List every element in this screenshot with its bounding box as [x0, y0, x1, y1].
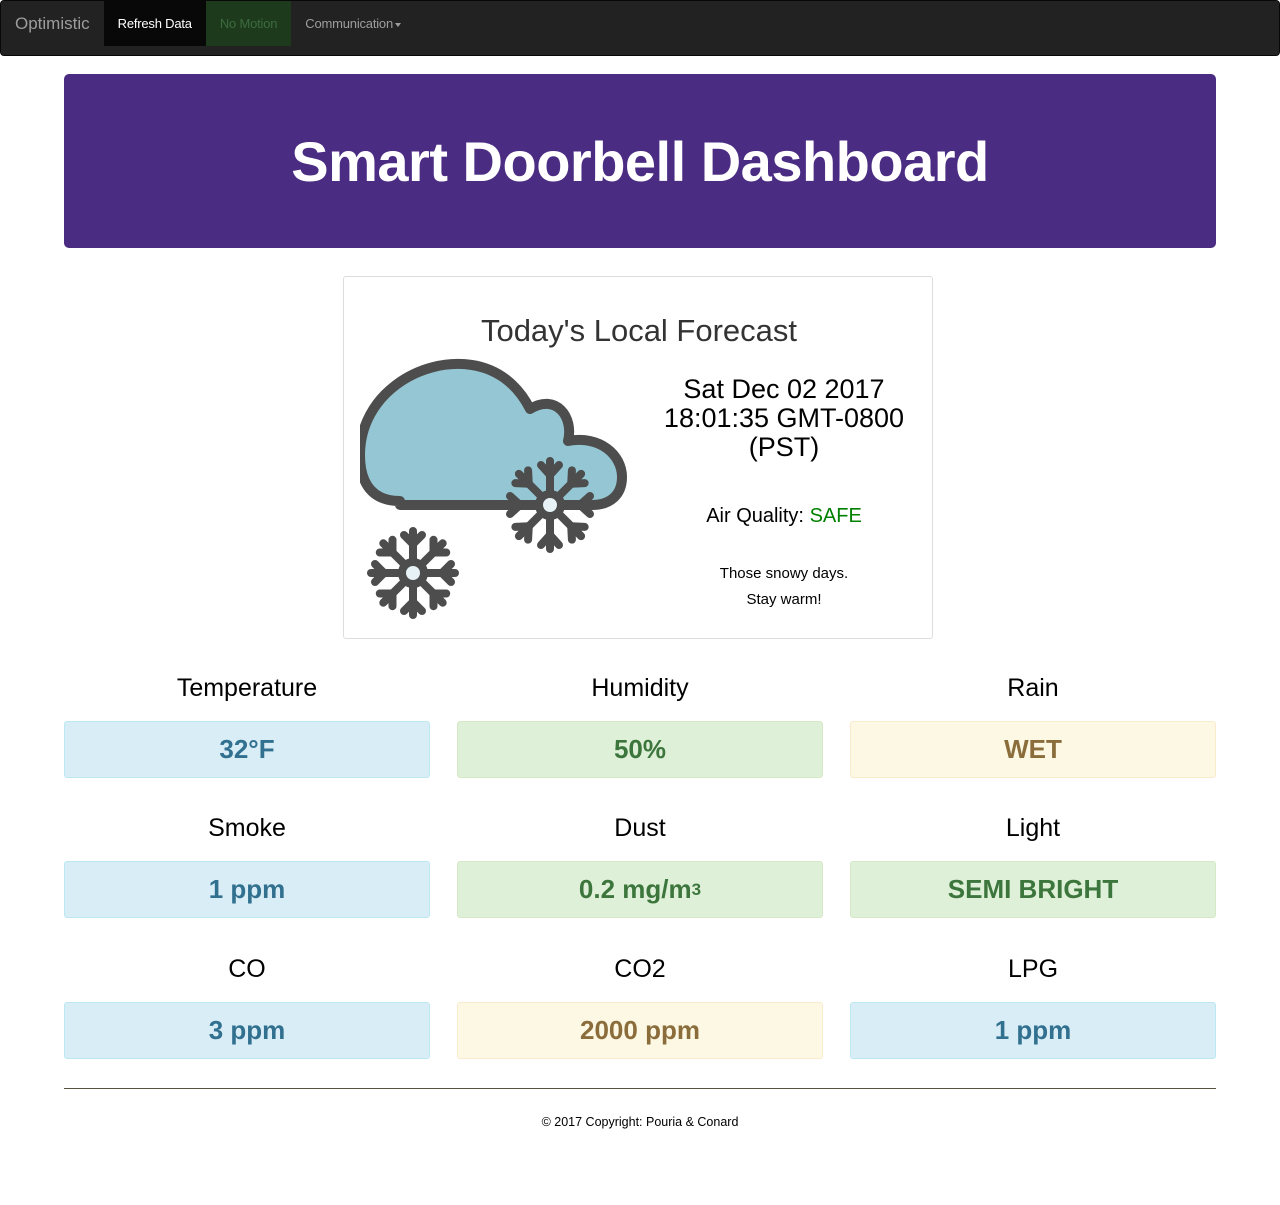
top-navbar: Optimistic Refresh Data No Motion Commun…	[0, 0, 1280, 56]
light-label: Light	[1005, 814, 1061, 842]
page-title: Smart Doorbell Dashboard	[291, 129, 989, 193]
lpg-label: LPG	[1007, 955, 1059, 983]
air-quality-value: SAFE	[809, 505, 862, 527]
navbar-brand[interactable]: Optimistic	[1, 1, 104, 46]
co-label: CO	[228, 955, 266, 983]
dust-label: Dust	[614, 814, 666, 842]
rain-label: Rain	[1007, 674, 1059, 702]
co2-value: 2000 ppm	[457, 1002, 823, 1059]
forecast-title: Today's Local Forecast	[480, 313, 798, 348]
footer-divider	[64, 1088, 1216, 1089]
co2-label: CO2	[614, 955, 666, 983]
humidity-label: Humidity	[591, 674, 689, 702]
dust-value: 0.2 mg/m 3	[457, 861, 823, 918]
temperature-value: 32°F	[64, 721, 430, 778]
temperature-label: Temperature	[176, 674, 318, 702]
forecast-message-line2: Stay warm!	[746, 591, 822, 608]
forecast-datetime: Sat Dec 02 2017 18:01:35 GMT-0800 (PST)	[654, 375, 914, 462]
footer-copyright: © 2017 Copyright: Pouria & Conard	[541, 1115, 739, 1129]
communication-dropdown[interactable]: Communication	[291, 1, 415, 46]
snow-cloud-icon	[360, 358, 627, 625]
header-banner: Smart Doorbell Dashboard	[64, 74, 1216, 248]
date-text: Sat Dec 02 2017	[683, 374, 885, 404]
smoke-value: 1 ppm	[64, 861, 430, 918]
motion-status-indicator[interactable]: No Motion	[205, 1, 292, 46]
rain-value: WET	[850, 721, 1216, 778]
time-text: 18:01:35 GMT-0800	[663, 403, 905, 433]
air-quality: Air Quality: SAFE	[654, 505, 914, 528]
lpg-value: 1 ppm	[850, 1002, 1216, 1059]
forecast-message: Those snowy days. Stay warm!	[654, 561, 914, 613]
air-quality-label: Air Quality:	[706, 505, 804, 527]
forecast-message-line1: Those snowy days.	[719, 565, 849, 582]
humidity-value: 50%	[457, 721, 823, 778]
communication-dropdown-label: Communication	[305, 16, 393, 31]
dust-unit-exponent: 3	[691, 879, 702, 899]
timezone-text: (PST)	[748, 432, 820, 462]
co-value: 3 ppm	[64, 1002, 430, 1059]
caret-down-icon	[395, 22, 401, 27]
refresh-data-button[interactable]: Refresh Data	[103, 1, 206, 46]
dust-value-text: 0.2 mg/m	[578, 874, 692, 904]
forecast-card: Today's Local Forecast Sat Dec 02 2017 1…	[343, 276, 933, 639]
light-value: SEMI BRIGHT	[850, 861, 1216, 918]
smoke-label: Smoke	[208, 814, 286, 842]
